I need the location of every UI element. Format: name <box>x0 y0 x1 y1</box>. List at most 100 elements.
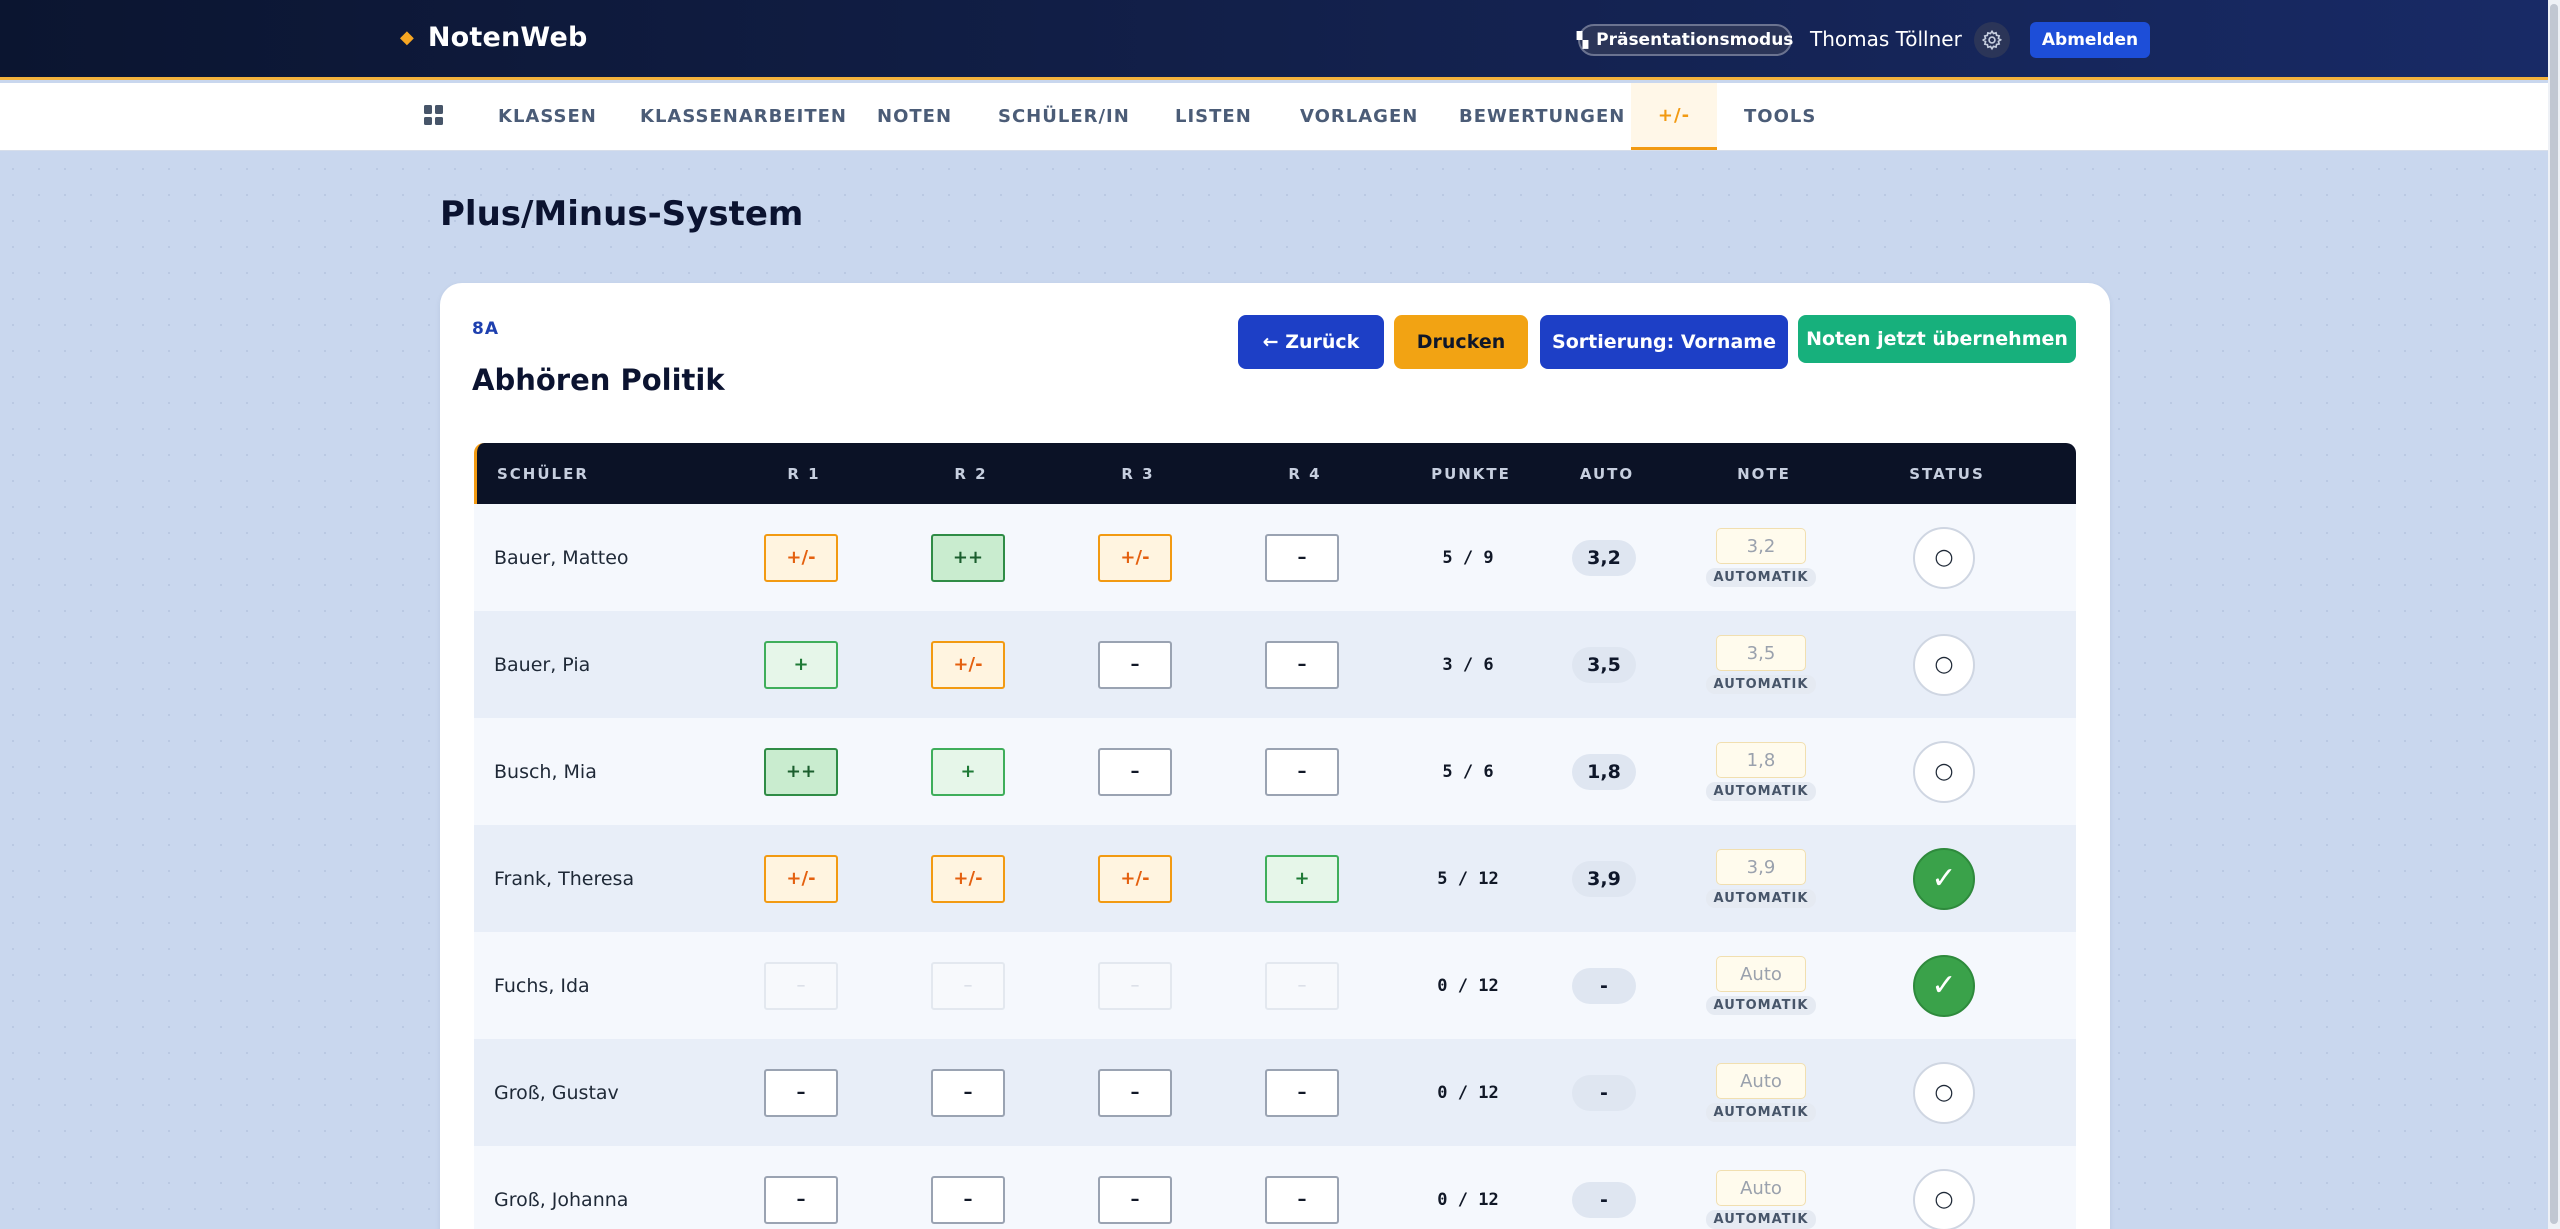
nav-item-klassen[interactable]: KLASSEN <box>498 83 597 150</box>
mark-r3-button[interactable]: – <box>1098 961 1172 1010</box>
mark-r2-button[interactable]: +/- <box>931 854 1005 903</box>
mark-cell: + <box>1265 825 1339 932</box>
status-done-toggle[interactable]: ✓ <box>1913 847 1975 910</box>
grade-cell: 3,2 AUTOMATIK <box>1696 504 1826 611</box>
status-cell: ○ <box>1884 718 2004 825</box>
mark-r1-button[interactable]: – <box>764 961 838 1010</box>
table-row: Groß, Johanna – – – – 0 / 12 - Auto AUTOMATIK ○ <box>474 1146 2076 1229</box>
mark-r1-button[interactable]: +/- <box>764 854 838 903</box>
col-header-auto: AUTO <box>1579 464 1635 483</box>
settings-button[interactable] <box>1974 22 2010 58</box>
mark-r2-button[interactable]: – <box>931 1068 1005 1117</box>
grade-input[interactable]: Auto <box>1716 1170 1806 1206</box>
points-value: 5 / 9 <box>1442 547 1494 568</box>
mark-r1-button[interactable]: – <box>764 1175 838 1224</box>
mark-cell: – <box>931 932 1005 1039</box>
grade-wrapper: 3,2 AUTOMATIK <box>1705 528 1817 587</box>
mark-r2-button[interactable]: – <box>931 961 1005 1010</box>
subject-title: Abhören Politik <box>472 363 725 397</box>
mark-r2-button[interactable]: ++ <box>931 533 1005 582</box>
mark-r3-button[interactable]: – <box>1098 640 1172 689</box>
mark-r3-button[interactable]: – <box>1098 1175 1172 1224</box>
auto-grade-badge: 3,9 <box>1572 860 1636 897</box>
scrollbar-thumb[interactable] <box>2550 4 2558 1224</box>
mark-r3-button[interactable]: – <box>1098 747 1172 796</box>
plus-minus-table: SCHÜLER R 1 R 2 R 3 R 4 PUNKTE AUTO NOTE… <box>474 443 2076 1229</box>
mark-cell: – <box>1098 718 1172 825</box>
nav-item-noten[interactable]: NOTEN <box>877 83 952 150</box>
mark-r3-button[interactable]: – <box>1098 1068 1172 1117</box>
mark-cell: ++ <box>931 504 1005 611</box>
points-value: 0 / 12 <box>1437 1082 1499 1103</box>
status-cell: ○ <box>1884 1039 2004 1146</box>
mark-r2-button[interactable]: + <box>931 747 1005 796</box>
auto-grade-badge: - <box>1572 967 1636 1004</box>
table-row: Bauer, Pia + +/- – – 3 / 6 3,5 3,5 AUTOMATIK ○ <box>474 611 2076 718</box>
auto-grade-badge: - <box>1572 1181 1636 1218</box>
status-open-toggle[interactable]: ○ <box>1913 526 1975 589</box>
apply-grades-button[interactable]: Noten jetzt übernehmen <box>1798 315 2076 363</box>
status-cell: ○ <box>1884 611 2004 718</box>
auto-cell: - <box>1554 1039 1654 1146</box>
grade-input[interactable]: 1,8 <box>1716 742 1806 778</box>
mark-r4-button[interactable]: – <box>1265 1068 1339 1117</box>
presentation-mode-button[interactable]: ▚ Präsentationsmodus <box>1576 24 1793 56</box>
mark-r1-button[interactable]: – <box>764 1068 838 1117</box>
mark-r4-button[interactable]: – <box>1265 961 1339 1010</box>
mark-r4-button[interactable]: + <box>1265 854 1339 903</box>
mark-r2-button[interactable]: – <box>931 1175 1005 1224</box>
grade-input[interactable]: 3,9 <box>1716 849 1806 885</box>
mark-r1-button[interactable]: ++ <box>764 747 838 796</box>
nav-item-schueler[interactable]: SCHÜLER/IN <box>998 83 1130 150</box>
mark-r4-button[interactable]: – <box>1265 747 1339 796</box>
mark-cell: – <box>764 1146 838 1229</box>
status-open-toggle[interactable]: ○ <box>1913 740 1975 803</box>
status-open-toggle[interactable]: ○ <box>1913 1168 1975 1229</box>
presentation-icon: ▚ <box>1576 31 1589 49</box>
table-header: SCHÜLER R 1 R 2 R 3 R 4 PUNKTE AUTO NOTE… <box>474 443 2076 504</box>
mark-cell: – <box>1098 932 1172 1039</box>
points-value: 3 / 6 <box>1442 654 1494 675</box>
mark-r2-button[interactable]: +/- <box>931 640 1005 689</box>
status-done-toggle[interactable]: ✓ <box>1913 954 1975 1017</box>
grade-input[interactable]: Auto <box>1716 1063 1806 1099</box>
back-button[interactable]: ← Zurück <box>1238 315 1384 369</box>
status-cell: ○ <box>1884 1146 2004 1229</box>
student-name: Fuchs, Ida <box>494 974 590 997</box>
grade-input[interactable]: 3,5 <box>1716 635 1806 671</box>
nav-item-plus-minus[interactable]: +/- <box>1631 83 1717 150</box>
mark-r3-button[interactable]: +/- <box>1098 533 1172 582</box>
dashboard-grid-icon[interactable] <box>424 105 444 125</box>
status-open-toggle[interactable]: ○ <box>1913 633 1975 696</box>
mark-r4-button[interactable]: – <box>1265 640 1339 689</box>
student-name: Bauer, Pia <box>494 653 591 676</box>
nav-item-listen[interactable]: LISTEN <box>1175 83 1252 150</box>
grade-cell: Auto AUTOMATIK <box>1696 1146 1826 1229</box>
mark-r1-button[interactable]: + <box>764 640 838 689</box>
mark-cell: – <box>1265 611 1339 718</box>
mark-r4-button[interactable]: – <box>1265 533 1339 582</box>
nav-item-bewertungen[interactable]: BEWERTUNGEN <box>1459 83 1625 150</box>
mark-cell: – <box>931 1039 1005 1146</box>
mark-cell: – <box>1098 1146 1172 1229</box>
grade-input[interactable]: 3,2 <box>1716 528 1806 564</box>
nav-item-tools[interactable]: TOOLS <box>1744 83 1816 150</box>
brand[interactable]: ◆ NotenWeb <box>400 22 588 53</box>
auto-cell: 3,9 <box>1554 825 1654 932</box>
status-cell: ○ <box>1884 504 2004 611</box>
nav-item-klassenarbeiten[interactable]: KLASSENARBEITEN <box>640 83 847 150</box>
mark-r3-button[interactable]: +/- <box>1098 854 1172 903</box>
student-name: Groß, Johanna <box>494 1188 629 1211</box>
sort-button[interactable]: Sortierung: Vorname <box>1540 315 1788 369</box>
grade-mode-label: AUTOMATIK <box>1705 1103 1817 1122</box>
grade-input[interactable]: Auto <box>1716 956 1806 992</box>
mark-cell: – <box>931 1146 1005 1229</box>
col-header-r3: R 3 <box>1121 464 1155 483</box>
logout-button[interactable]: Abmelden <box>2030 22 2150 58</box>
mark-r4-button[interactable]: – <box>1265 1175 1339 1224</box>
status-open-toggle[interactable]: ○ <box>1913 1061 1975 1124</box>
mark-r1-button[interactable]: +/- <box>764 533 838 582</box>
print-button[interactable]: Drucken <box>1394 315 1528 369</box>
mark-cell: +/- <box>764 825 838 932</box>
nav-item-vorlagen[interactable]: VORLAGEN <box>1300 83 1418 150</box>
